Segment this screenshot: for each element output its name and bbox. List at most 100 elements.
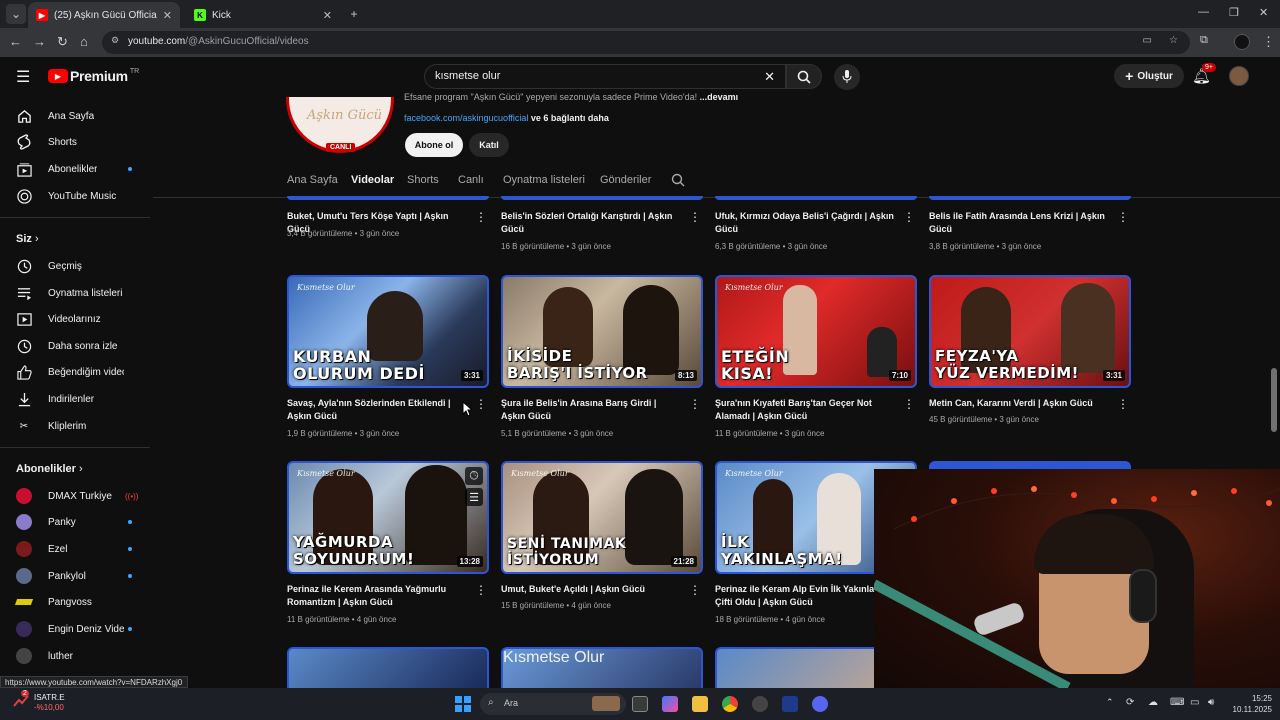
page-scrollbar-thumb[interactable] [1271, 368, 1277, 432]
task-view-icon[interactable] [632, 696, 648, 712]
forward-icon[interactable]: → [33, 34, 46, 49]
tab-videos[interactable]: Videolar [351, 174, 394, 186]
video-thumbnail[interactable]: İKİSİDE BARIŞ'I İSTİYOR 8:13 [501, 275, 703, 388]
tab-youtube[interactable]: ▶ (25) Aşkın Gücü Official - YouTube ✕ [28, 2, 180, 28]
cloud-icon[interactable]: ☁︎ [1148, 697, 1158, 708]
clear-search-icon[interactable]: ✕ [764, 69, 775, 85]
new-tab-icon[interactable]: + [344, 4, 364, 24]
video-title[interactable]: Şura'nın Kıyafeti Barış'tan Geçer Not Al… [715, 397, 897, 423]
site-info-icon[interactable]: ⚙ [111, 35, 119, 46]
youtube-premium-logo[interactable]: ▶ Premium TR [48, 68, 139, 84]
more-options-icon[interactable]: ⋮ [1117, 210, 1129, 224]
more-options-icon[interactable]: ⋮ [1117, 397, 1129, 411]
channel-description[interactable]: Efsane program "Aşkın Gücü" yepyeni sezo… [404, 92, 738, 102]
copilot-icon[interactable] [662, 696, 678, 712]
hamburger-menu-icon[interactable]: ☰ [16, 67, 30, 87]
subscribe-button[interactable]: Abone ol [405, 133, 463, 157]
reload-icon[interactable]: ↻ [57, 34, 68, 50]
close-tab-icon[interactable]: ✕ [163, 9, 172, 22]
browser-menu-icon[interactable]: ⋮ [1262, 34, 1275, 50]
more-options-icon[interactable]: ⋮ [689, 210, 701, 224]
video-title[interactable]: Perinaz ile Kerem Arasında Yağmurlu Roma… [287, 583, 469, 609]
restore-icon[interactable]: ❐ [1229, 6, 1239, 19]
video-thumbnail[interactable]: Kısmetse Olur [501, 647, 703, 688]
more-options-icon[interactable]: ⋮ [903, 210, 915, 224]
sidebar-item-watch-later[interactable]: Daha sonra izle [0, 333, 150, 359]
video-title[interactable]: Metin Can, Kararını Verdi | Aşkın Gücü [929, 397, 1111, 410]
video-title[interactable]: Belis'in Sözleri Ortalığı Karıştırdı | A… [501, 210, 683, 236]
watch-later-icon[interactable]: 🕒︎ [465, 467, 483, 485]
video-title[interactable]: Ufuk, Kırmızı Odaya Belis'i Çağırdı | Aş… [715, 210, 897, 236]
more-options-icon[interactable]: ⋮ [475, 397, 487, 411]
extensions-icon[interactable]: ⧉ [1200, 34, 1208, 47]
account-avatar[interactable] [1229, 66, 1249, 86]
sidebar-sub-ezel[interactable]: Ezel [0, 536, 150, 562]
language-icon[interactable]: ⌨ [1170, 697, 1184, 708]
chrome-icon[interactable] [722, 696, 738, 712]
tab-kick[interactable]: K Kick ✕ [186, 2, 340, 28]
video-title[interactable]: Şura ile Belis'in Arasına Barış Girdi | … [501, 397, 683, 423]
sidebar-item-subscriptions[interactable]: Abonelikler [0, 156, 150, 182]
weather-widget-icon[interactable]: 2 [12, 690, 32, 712]
more-options-icon[interactable]: ⋮ [475, 210, 487, 224]
stock-widget[interactable]: ISATR.E -%10,00 [34, 693, 65, 713]
video-thumbnail[interactable] [287, 647, 489, 688]
profile-avatar[interactable] [1234, 34, 1250, 50]
channel-avatar-wrapper[interactable]: Aşkın Gücü CANLI [286, 97, 398, 155]
taskbar-search[interactable]: ⌕ Ara [480, 693, 626, 715]
sidebar-item-home[interactable]: Ana Sayfa [0, 103, 150, 129]
channel-links-more[interactable]: ve 6 bağlantı daha [528, 113, 609, 123]
minimize-icon[interactable]: — [1198, 6, 1209, 18]
sidebar-item-playlists[interactable]: Oynatma listeleri [0, 280, 150, 306]
window-close-icon[interactable]: ✕ [1259, 6, 1268, 19]
bookmark-star-icon[interactable]: ☆ [1169, 35, 1178, 46]
sidebar-sub-dmax[interactable]: DMAX Turkiye ((•)) [0, 483, 150, 509]
video-thumbnail[interactable]: FEYZA'YA YÜZ VERMEDİM! 3:31 [929, 275, 1131, 388]
more-options-icon[interactable]: ⋮ [689, 583, 701, 597]
tab-shorts[interactable]: Shorts [407, 174, 439, 186]
sidebar-sub-luther[interactable]: luther [0, 643, 150, 669]
subscriptions-section-header[interactable]: Abonelikler › [16, 463, 83, 475]
create-button[interactable]: + Oluştur [1114, 64, 1184, 88]
sidebar-item-downloads[interactable]: İndirilenler [0, 386, 150, 412]
add-to-queue-icon[interactable]: ☰ [465, 488, 483, 506]
tab-posts[interactable]: Gönderiler [600, 174, 651, 186]
cast-icon[interactable]: ▭ [1143, 35, 1152, 46]
sidebar-item-liked-videos[interactable]: Beğendiğim videolar [0, 359, 150, 385]
video-thumbnail[interactable]: Kısmetse Olur ETEĞİN KISA! 7:10 [715, 275, 917, 388]
search-button[interactable] [786, 64, 822, 89]
video-title[interactable]: Belis ile Fatih Arasında Lens Krizi | Aş… [929, 210, 1111, 236]
sidebar-item-your-videos[interactable]: Videolarınız [0, 306, 150, 332]
tray-chevron-up-icon[interactable]: ⌃ [1106, 697, 1114, 708]
sidebar-sub-pangvoss[interactable]: Pangvoss [0, 589, 150, 615]
video-thumbnail[interactable]: Kısmetse Olur KURBAN OLURUM DEDİ 3:31 [287, 275, 489, 388]
sidebar-item-clips[interactable]: ✂︎ Kliplerim [0, 413, 150, 439]
home-icon[interactable]: ⌂ [80, 34, 88, 49]
discord-icon[interactable] [812, 696, 828, 712]
sidebar-sub-pankylol[interactable]: Pankylol [0, 563, 150, 589]
video-title[interactable]: Savaş, Ayla'nın Sözlerinden Etkilendi | … [287, 397, 469, 423]
tab-home[interactable]: Ana Sayfa [287, 174, 338, 186]
tab-playlists[interactable]: Oynatma listeleri [503, 174, 585, 186]
tray-app-icon[interactable]: ⟳ [1126, 697, 1134, 708]
windows-start-icon[interactable] [455, 696, 471, 712]
url-bar[interactable]: ⚙ youtube.com/@AskinGucuOfficial/videos … [102, 31, 1190, 54]
sidebar-item-youtube-music[interactable]: YouTube Music [0, 183, 150, 209]
obs-icon[interactable] [752, 696, 768, 712]
search-input[interactable]: kısmetse olur ✕ [424, 64, 786, 89]
vscode-icon[interactable] [782, 696, 798, 712]
volume-icon[interactable]: 🔊︎ [1208, 697, 1214, 708]
video-thumbnail[interactable]: Kısmetse Olur SENİ TANIMAK İSTİYORUM 21:2… [501, 461, 703, 574]
sidebar-sub-panky[interactable]: Panky [0, 509, 150, 535]
file-explorer-icon[interactable] [692, 696, 708, 712]
sidebar-sub-engin-deniz[interactable]: Engin Deniz Vide... [0, 616, 150, 642]
sidebar-item-shorts[interactable]: Shorts [0, 129, 150, 155]
close-tab-icon[interactable]: ✕ [323, 9, 332, 22]
video-title[interactable]: Perinaz ile Keram Alp Evin İlk Yakınlaşa… [715, 583, 897, 609]
tab-search-chevron-icon[interactable]: ⌄ [6, 4, 26, 24]
voice-search-button[interactable] [834, 64, 860, 90]
video-thumbnail[interactable]: Kısmetse Olur 🕒︎ ☰ YAĞMURDA SOYUNURUM! 13… [287, 461, 489, 574]
more-options-icon[interactable]: ⋮ [903, 397, 915, 411]
back-icon[interactable]: ← [9, 34, 22, 49]
video-title[interactable]: Umut, Buket'e Açıldı | Aşkın Gücü [501, 583, 683, 596]
